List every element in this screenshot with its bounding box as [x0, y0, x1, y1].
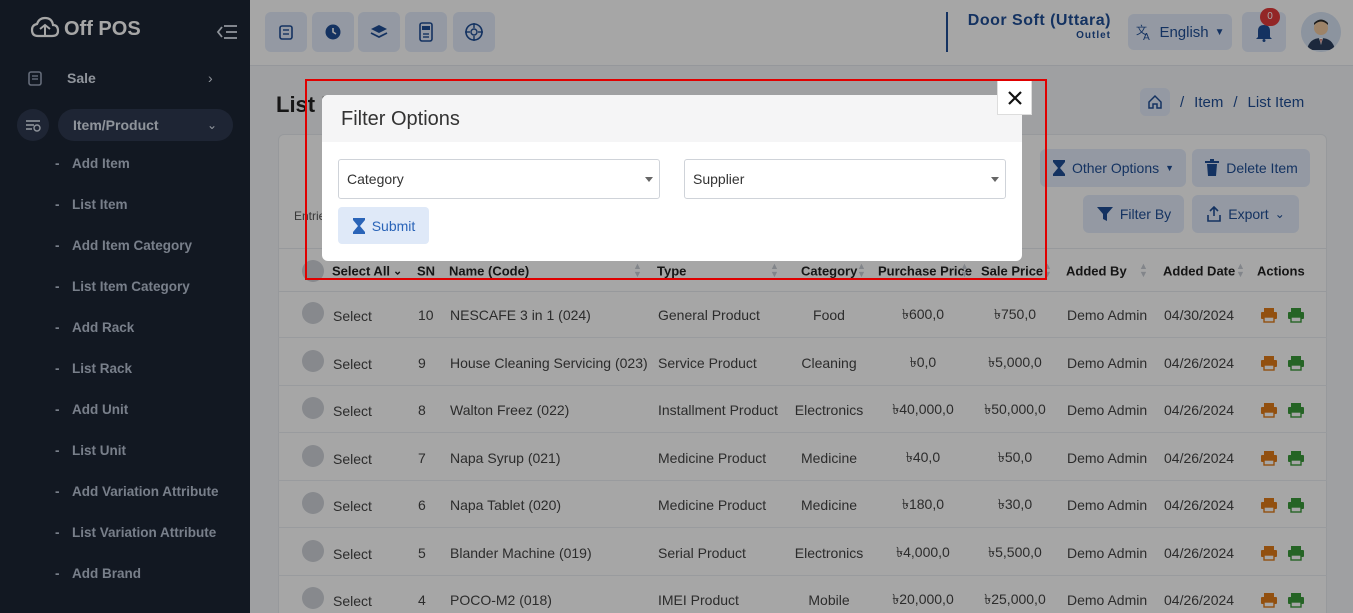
close-icon [1007, 90, 1022, 105]
close-modal-button[interactable] [997, 80, 1032, 115]
modal-header: Filter Options [322, 95, 1022, 142]
submit-label: Submit [371, 217, 416, 234]
submit-button[interactable]: Submit [338, 207, 429, 244]
caret-down-icon [645, 177, 653, 182]
supplier-select[interactable]: Supplier [684, 159, 1006, 199]
category-select-value: Category [347, 171, 404, 187]
modal-title: Filter Options [341, 108, 460, 130]
supplier-select-value: Supplier [693, 171, 745, 187]
caret-down-icon [991, 177, 999, 182]
filter-options-modal: Filter Options Category Supplier Submit [322, 95, 1022, 261]
modal-backdrop[interactable] [0, 0, 1353, 613]
hourglass-icon [352, 217, 365, 234]
category-select[interactable]: Category [338, 159, 660, 199]
